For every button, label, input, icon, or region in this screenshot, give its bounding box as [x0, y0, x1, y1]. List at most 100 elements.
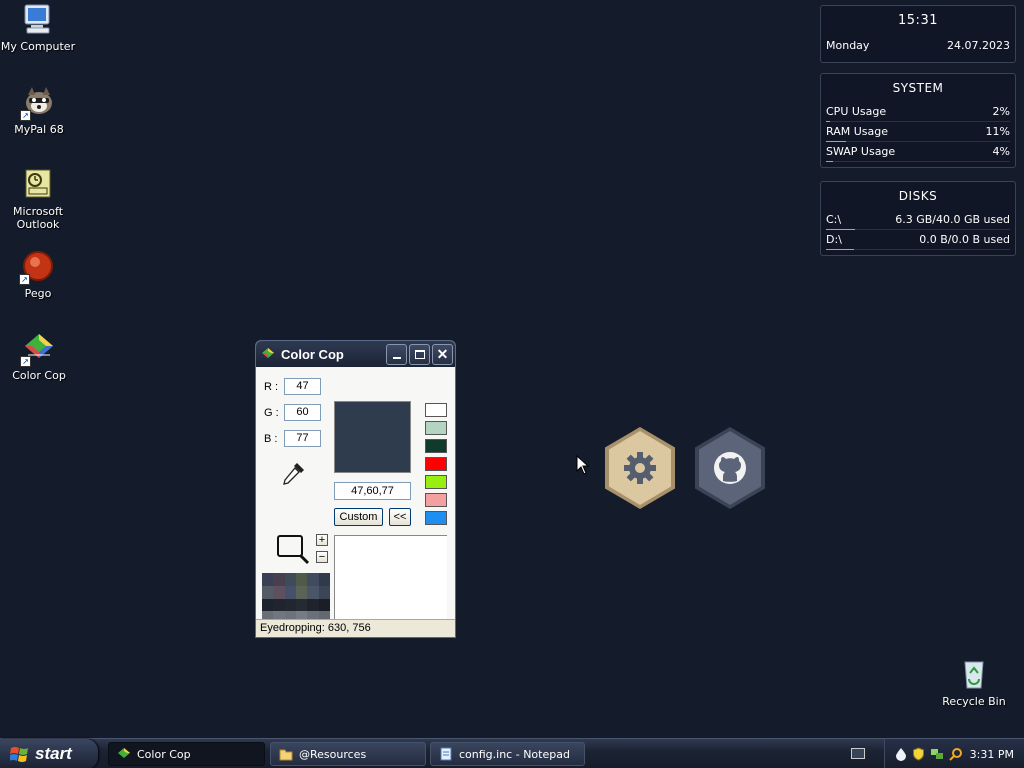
current-color-swatch	[334, 401, 411, 473]
b-field[interactable]: 77	[284, 430, 321, 447]
shortcut-arrow-icon: ↗	[20, 110, 31, 121]
expand-button[interactable]: <<	[389, 508, 411, 526]
clock-date: 24.07.2023	[947, 39, 1010, 52]
gear-icon	[624, 452, 656, 484]
preview-pixel	[273, 585, 285, 599]
swap-usage-row: SWAP Usage 4%	[826, 145, 1010, 165]
swap-usage-track	[826, 161, 1010, 162]
desktop-icon-outlook[interactable]: Microsoft Outlook	[0, 167, 76, 231]
disk-d-row: D:\ 0.0 B/0.0 B used	[826, 233, 1010, 253]
shortcut-arrow-icon: ↗	[19, 274, 30, 285]
settings-hex-button[interactable]	[605, 427, 675, 509]
pego-icon: ↗	[19, 249, 55, 285]
folder-icon	[279, 749, 293, 761]
ram-usage-value: 11%	[985, 125, 1010, 138]
github-icon	[714, 452, 746, 484]
g-label: G :	[264, 407, 279, 419]
preview-pixel	[295, 598, 308, 612]
task-color-cop[interactable]: Color Cop	[108, 742, 265, 766]
cpu-usage-value: 2%	[992, 105, 1010, 118]
window-title: Color Cop	[281, 346, 344, 362]
outlook-icon	[21, 167, 55, 201]
cpu-usage-bar	[826, 121, 830, 122]
recycle-bin-icon	[957, 657, 991, 691]
desktop-icon-label: Microsoft Outlook	[12, 205, 64, 231]
desktop-icon-my-computer[interactable]: My Computer	[0, 2, 76, 53]
ram-usage-track	[826, 141, 1010, 142]
custom-color-swatch[interactable]	[425, 439, 447, 453]
ram-usage-row: RAM Usage 11%	[826, 125, 1010, 145]
keyboard-icon[interactable]	[851, 748, 865, 759]
close-button[interactable]: ✕	[432, 343, 453, 365]
r-field[interactable]: 47	[284, 378, 321, 395]
color-cop-window[interactable]: Color Cop ✕ R : 47 G : 60 B : 77 47,60,7…	[255, 340, 456, 638]
custom-color-swatch[interactable]	[425, 511, 447, 525]
preview-pixel	[284, 573, 296, 586]
disk-c-bar	[826, 229, 856, 230]
status-bar: Eyedropping: 630, 756	[256, 619, 455, 637]
windows-logo-icon	[10, 747, 28, 762]
g-field[interactable]: 60	[284, 404, 321, 421]
task-label: @Resources	[299, 747, 367, 761]
close-icon: ✕	[436, 346, 449, 362]
disks-widget: DISKS C:\ 6.3 GB/40.0 GB used D:\ 0.0 B/…	[820, 181, 1016, 256]
raccoon-icon: ↗	[20, 85, 56, 121]
color-cop-titlebar[interactable]: Color Cop ✕	[256, 341, 455, 367]
maximize-button[interactable]	[409, 343, 430, 365]
disk-c-label: C:\	[826, 213, 842, 226]
clock-widget: 15:31 Monday 24.07.2023	[820, 5, 1016, 63]
preview-pixel	[284, 585, 296, 599]
minimize-button[interactable]	[386, 343, 407, 365]
desktop-icon-color-cop[interactable]: ↗ Color Cop	[1, 331, 77, 382]
water-drop-icon[interactable]	[895, 747, 907, 761]
system-widget: SYSTEM CPU Usage 2% RAM Usage 11% SWAP U…	[820, 73, 1016, 168]
zoom-out-button[interactable]: −	[316, 551, 328, 563]
cpu-usage-label: CPU Usage	[826, 105, 887, 118]
preview-pixel	[307, 598, 319, 612]
mouse-cursor-icon	[576, 455, 590, 475]
disk-c-value: 6.3 GB/40.0 GB used	[895, 213, 1010, 226]
zoom-in-button[interactable]: +	[316, 534, 328, 546]
desktop-icon-label: My Computer	[0, 40, 76, 53]
preview-pixel	[318, 598, 330, 612]
system-widget-title: SYSTEM	[892, 81, 944, 95]
desktop-icon-pego[interactable]: ↗ Pego	[0, 249, 76, 300]
color-value-field[interactable]: 47,60,77	[334, 482, 411, 500]
shortcut-arrow-icon: ↗	[20, 356, 31, 367]
custom-color-swatch[interactable]	[425, 475, 447, 489]
custom-color-swatch[interactable]	[425, 457, 447, 471]
start-button[interactable]: start	[0, 739, 98, 768]
taskbar: start Color Cop @Resources config.inc - …	[0, 738, 1024, 768]
network-icon[interactable]	[930, 747, 944, 761]
swap-usage-label: SWAP Usage	[826, 145, 896, 158]
desktop-icon-recycle-bin[interactable]: Recycle Bin	[936, 657, 1012, 708]
disks-widget-title: DISKS	[898, 189, 938, 203]
maximize-icon	[414, 349, 425, 359]
search-icon[interactable]	[949, 747, 963, 761]
r-label: R :	[264, 381, 279, 393]
b-label: B :	[264, 433, 278, 445]
settings-hex-inner	[609, 431, 671, 505]
custom-button[interactable]: Custom	[334, 508, 383, 526]
custom-color-swatch[interactable]	[425, 403, 447, 417]
custom-color-swatch[interactable]	[425, 421, 447, 435]
ram-usage-label: RAM Usage	[826, 125, 888, 138]
preview-pixel	[273, 573, 285, 586]
ram-usage-bar	[826, 141, 847, 142]
cpu-usage-row: CPU Usage 2%	[826, 105, 1010, 125]
task-notepad[interactable]: config.inc - Notepad	[430, 742, 585, 766]
shield-icon[interactable]	[912, 747, 925, 761]
preview-pixel	[307, 585, 319, 599]
eyedropper-icon[interactable]	[278, 459, 308, 489]
task-resources[interactable]: @Resources	[270, 742, 426, 766]
taskbar-clock[interactable]: 3:31 PM	[970, 748, 1014, 761]
swap-usage-value: 4%	[992, 145, 1010, 158]
clock-date-row: Monday 24.07.2023	[826, 39, 1010, 59]
custom-color-swatch[interactable]	[425, 493, 447, 507]
disk-d-label: D:\	[826, 233, 842, 246]
github-hex-button[interactable]	[695, 427, 765, 509]
magnifier-icon[interactable]	[276, 534, 312, 566]
desktop-icon-mypal[interactable]: ↗ MyPal 68	[1, 85, 77, 136]
disk-d-bar	[826, 249, 854, 250]
minimize-icon	[392, 356, 401, 359]
